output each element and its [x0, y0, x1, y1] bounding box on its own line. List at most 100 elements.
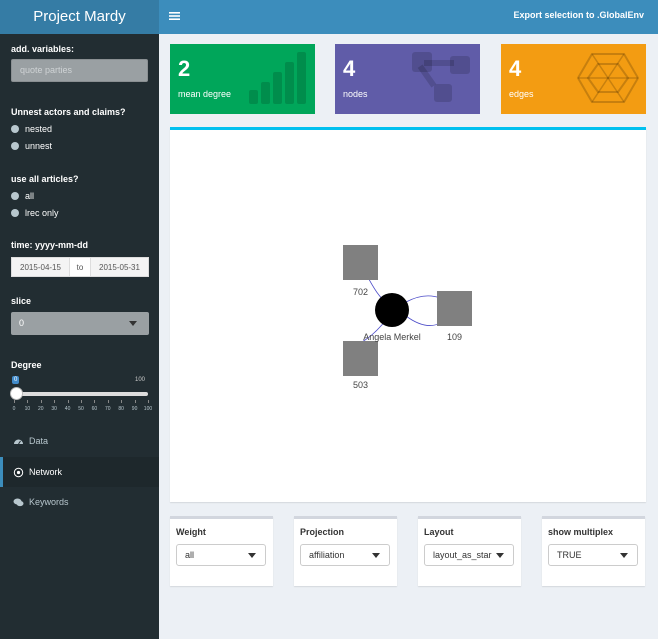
- edges-value: 4: [509, 56, 522, 81]
- slider-tick-labels: 0 10 20 30 40 50 60 70 80 90 100: [10, 406, 153, 414]
- weight-value: all: [185, 550, 195, 560]
- value-box-mean-degree: 2 mean degree: [170, 44, 315, 114]
- export-selection-link[interactable]: Export selection to .GlobalEnv: [513, 10, 644, 20]
- slider-tick: [81, 400, 82, 403]
- layout-label: Layout: [424, 527, 454, 537]
- chevron-down-icon: [496, 553, 504, 558]
- date-range-input: 2015-04-15 to 2015-05-31: [11, 257, 149, 277]
- slider-tick-label: 50: [78, 406, 84, 412]
- top-navbar: Export selection to .GlobalEnv: [159, 0, 658, 34]
- graph-node-angela-merkel[interactable]: [375, 293, 409, 327]
- slider-tick-label: 70: [105, 406, 111, 412]
- slice-label: slice: [11, 296, 32, 306]
- layout-control-box: Layout layout_as_star: [418, 516, 521, 586]
- layout-select[interactable]: layout_as_star: [424, 544, 514, 566]
- nodes-value: 4: [343, 56, 356, 81]
- slider-tick-label: 100: [143, 406, 153, 412]
- radio-all[interactable]: all: [11, 191, 34, 201]
- mean-degree-value: 2: [178, 56, 191, 81]
- sidebar: add. variables: quote parties Unnest act…: [0, 34, 159, 639]
- slider-tick: [27, 400, 29, 403]
- slider-tick: [107, 400, 109, 403]
- end-date-input[interactable]: 2015-05-31: [90, 257, 149, 277]
- hexagon-icon: [576, 50, 640, 111]
- dashboard-icon: [13, 436, 24, 447]
- projection-select[interactable]: affiliation: [300, 544, 390, 566]
- degree-label: Degree: [11, 360, 42, 370]
- degree-slider-handle[interactable]: [10, 387, 23, 400]
- radio-unnest[interactable]: unnest: [11, 141, 52, 151]
- nodes-icon: [410, 50, 474, 111]
- slider-tick: [54, 400, 56, 403]
- value-box-nodes: 4 nodes: [335, 44, 480, 114]
- graph-node-109[interactable]: [437, 291, 472, 326]
- chevron-down-icon: [620, 553, 628, 558]
- hamburger-icon[interactable]: [169, 8, 180, 26]
- weight-label: Weight: [176, 527, 206, 537]
- nodes-label: nodes: [343, 89, 368, 99]
- weight-select[interactable]: all: [176, 544, 266, 566]
- network-icon: [13, 467, 24, 478]
- slider-tick-label: 90: [131, 406, 138, 412]
- slider-tick-label: 20: [38, 406, 44, 412]
- graph-node-702[interactable]: [343, 245, 378, 280]
- sidebar-item-data[interactable]: Data: [0, 426, 159, 456]
- slider-tick-label: 40: [64, 406, 71, 412]
- radio-dot-icon: [11, 209, 19, 217]
- dashboard-page: Project Mardy Export selection to .Globa…: [0, 0, 658, 639]
- chevron-down-icon: [372, 553, 380, 558]
- sidebar-item-keywords[interactable]: Keywords: [0, 487, 159, 517]
- slider-tick: [121, 400, 123, 403]
- radio-nested[interactable]: nested: [11, 124, 52, 134]
- slider-tick-label: 0: [12, 406, 16, 412]
- network-graph[interactable]: 702 109 503 Angela Merkel: [170, 130, 646, 502]
- multiplex-label: show multiplex: [548, 527, 614, 537]
- projection-label: Projection: [300, 527, 345, 537]
- date-separator: to: [70, 257, 90, 277]
- multiplex-select[interactable]: TRUE: [548, 544, 638, 566]
- weight-control-box: Weight all: [170, 516, 273, 586]
- slider-tick-label: 60: [91, 406, 98, 412]
- radio-unnest-label: unnest: [25, 141, 53, 151]
- radio-all-label: all: [25, 191, 35, 201]
- add-variables-label: add. variables:: [11, 44, 75, 54]
- radio-lrec-only[interactable]: lrec only: [11, 208, 59, 218]
- projection-control-box: Projection affiliation: [294, 516, 397, 586]
- projection-value: affiliation: [309, 550, 345, 560]
- time-label: time: yyyy-mm-dd: [11, 240, 89, 250]
- radio-dot-icon: [11, 142, 19, 150]
- unnest-label: Unnest actors and claims?: [11, 107, 126, 117]
- node-label-angela-merkel: Angela Merkel: [363, 332, 421, 342]
- multiplex-control-box: show multiplex TRUE: [542, 516, 645, 586]
- chevron-down-icon: [248, 553, 256, 558]
- slider-tick-label: 80: [118, 406, 124, 412]
- radio-lrec-label: lrec only: [25, 208, 59, 218]
- sidebar-item-network[interactable]: Network: [0, 457, 159, 487]
- layout-value: layout_as_star: [433, 550, 492, 560]
- slice-select[interactable]: 0: [11, 312, 149, 335]
- radio-dot-icon: [11, 192, 19, 200]
- slider-tick: [148, 400, 149, 403]
- add-variables-input[interactable]: quote parties: [11, 59, 148, 82]
- sidebar-item-label: Network: [29, 467, 63, 477]
- articles-label: use all articles?: [11, 174, 79, 184]
- graph-node-503[interactable]: [343, 341, 378, 376]
- start-date-input[interactable]: 2015-04-15: [11, 257, 70, 277]
- slider-tick-label: 10: [24, 406, 31, 412]
- slider-tick: [94, 400, 96, 403]
- network-plot-box: 702 109 503 Angela Merkel: [170, 127, 646, 502]
- sidebar-item-label: Data: [29, 436, 49, 446]
- slider-tick-label: 30: [51, 406, 57, 412]
- mean-degree-label: mean degree: [178, 89, 232, 99]
- slider-tick: [40, 400, 42, 403]
- edges-label: edges: [509, 89, 534, 99]
- node-label-702: 702: [353, 287, 368, 297]
- degree-slider-track[interactable]: [14, 392, 148, 396]
- comments-icon: [13, 497, 24, 508]
- slider-tick: [134, 400, 136, 403]
- chevron-down-icon: [129, 321, 137, 326]
- app-title[interactable]: Project Mardy: [0, 0, 159, 34]
- value-box-edges: 4 edges: [501, 44, 646, 114]
- node-label-109: 109: [447, 332, 462, 342]
- slider-value-badge: 0: [12, 376, 20, 384]
